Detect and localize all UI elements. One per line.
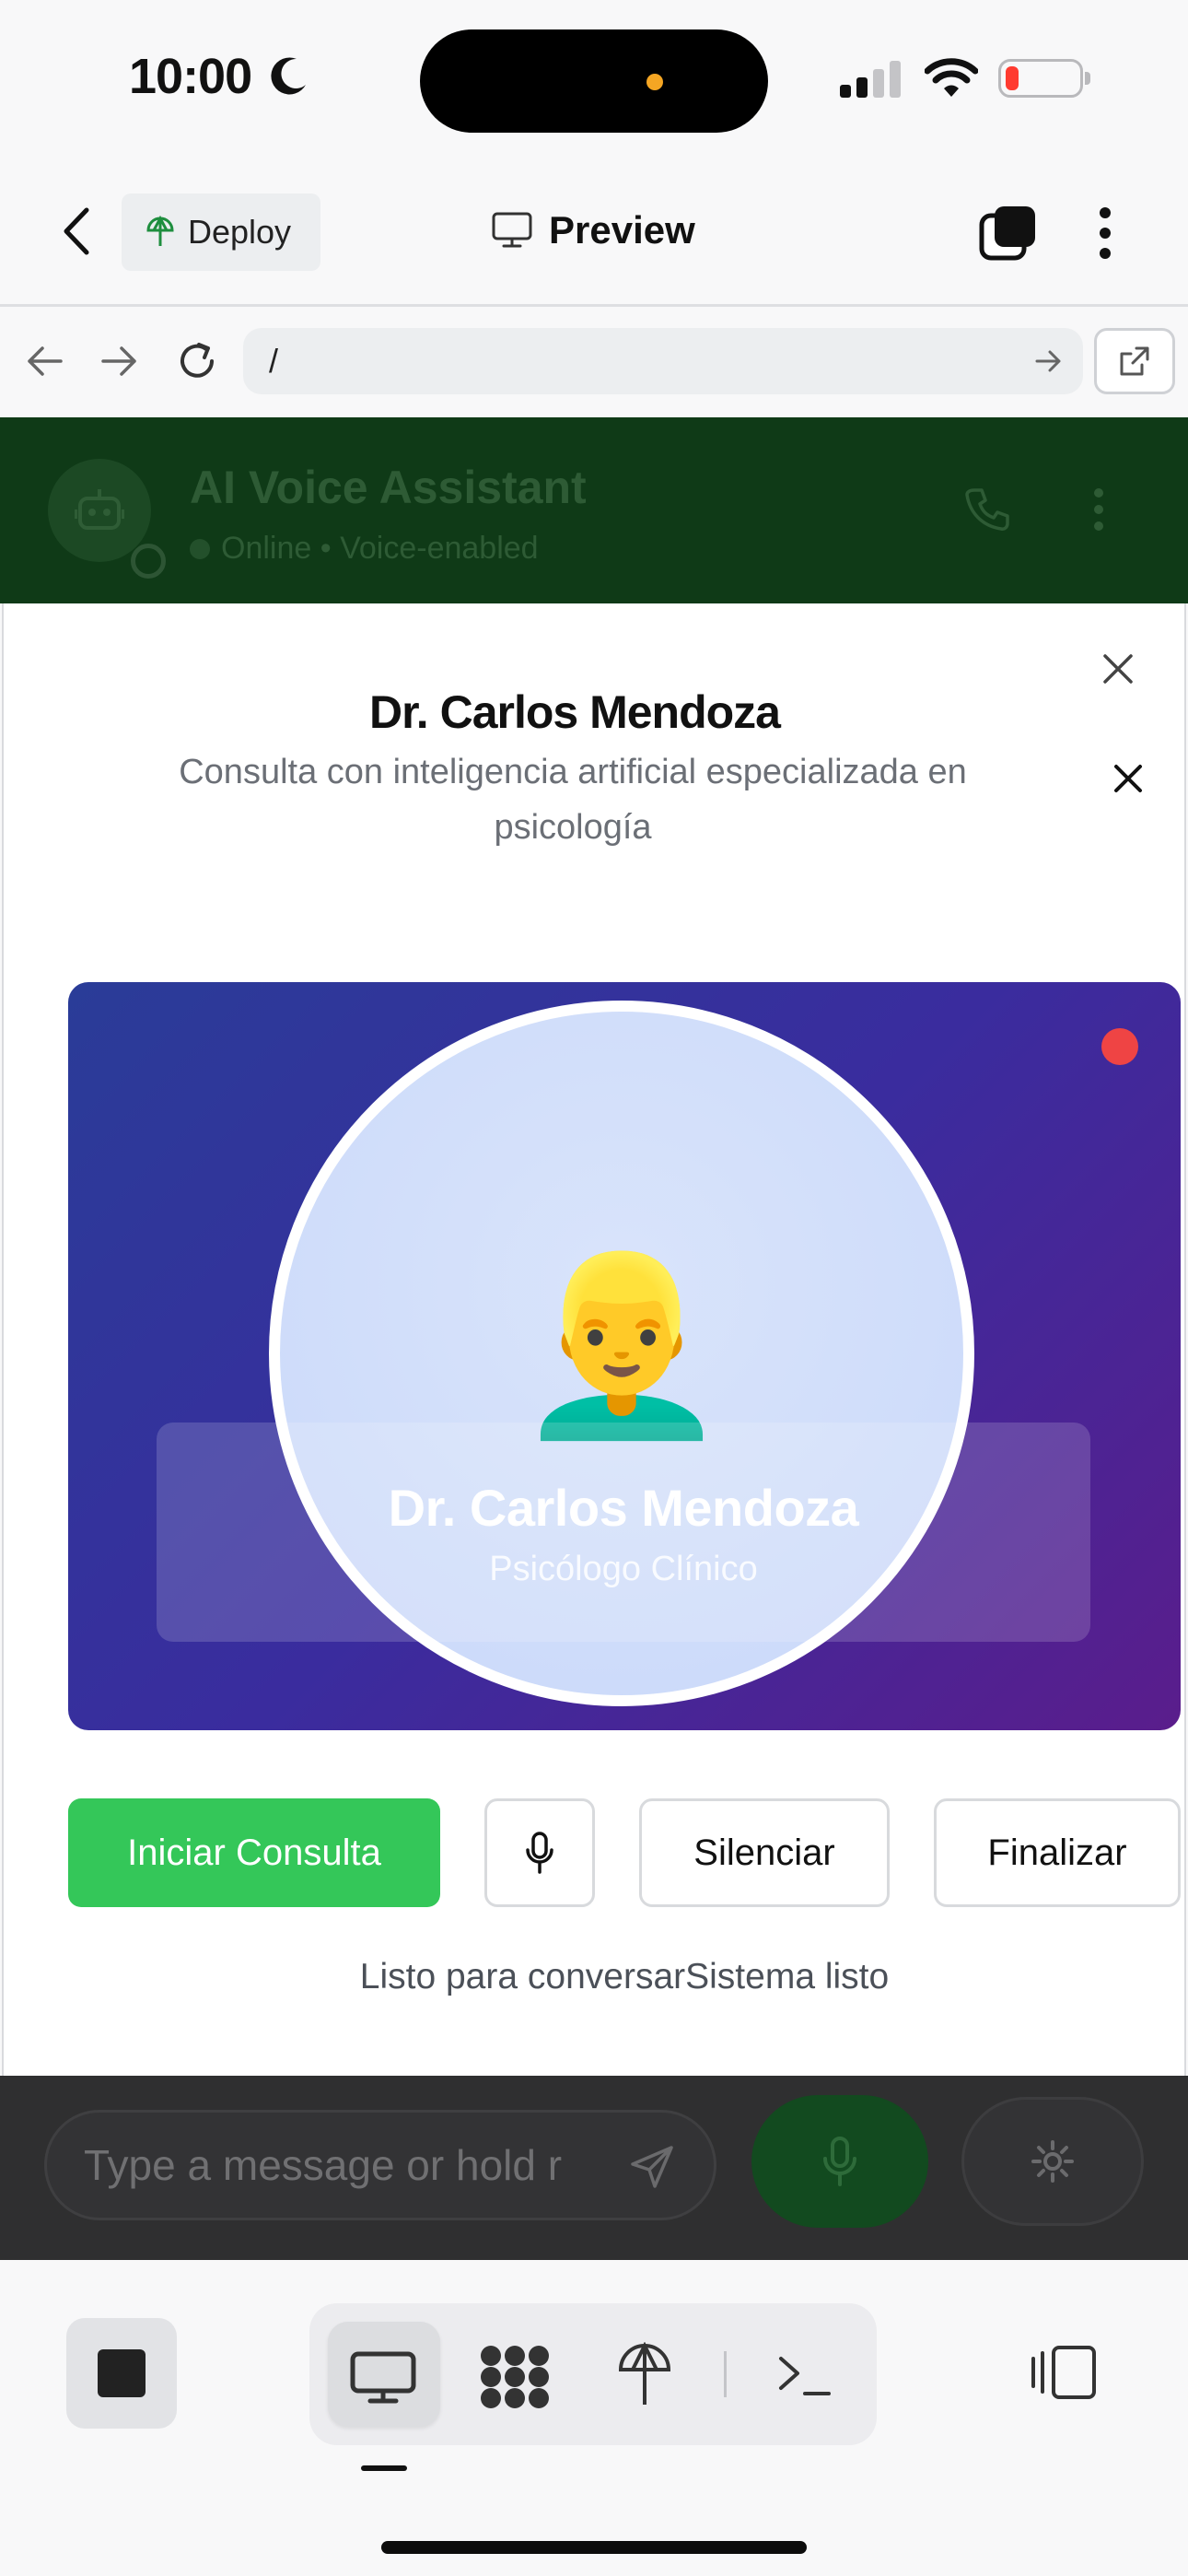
wifi-icon xyxy=(925,57,978,98)
video-call-panel: 👱‍♂️ Dr. Carlos Mendoza Psicólogo Clínic… xyxy=(68,982,1181,1730)
back-button[interactable] xyxy=(57,205,98,258)
workspace-grid-icon[interactable] xyxy=(479,2344,551,2410)
view-switcher xyxy=(309,2303,877,2445)
tabs-button[interactable] xyxy=(978,205,1037,263)
online-indicator xyxy=(131,544,166,579)
home-indicator xyxy=(381,2541,807,2554)
chat-subtitle-text: Online • Voice-enabled xyxy=(221,531,539,566)
doctor-role: Psicólogo Clínico xyxy=(489,1550,758,1588)
active-view-indicator xyxy=(361,2465,407,2471)
phone-icon[interactable] xyxy=(963,486,1009,533)
moon-icon xyxy=(269,55,309,96)
deploy-button[interactable]: Deploy xyxy=(122,193,320,271)
chat-subtitle: Online • Voice-enabled xyxy=(190,531,539,567)
url-text: / xyxy=(269,342,279,380)
voice-record-button[interactable] xyxy=(751,2095,928,2228)
start-consultation-button[interactable]: Iniciar Consulta xyxy=(68,1798,440,1907)
url-input[interactable]: / xyxy=(243,328,1083,394)
status-dot xyxy=(190,538,210,559)
doctor-name: Dr. Carlos Mendoza xyxy=(388,1479,859,1537)
message-placeholder: Type a message or hold r xyxy=(84,2141,563,2189)
chat-title: AI Voice Assistant xyxy=(190,462,587,513)
open-external-button[interactable] xyxy=(1094,328,1175,394)
reload-button[interactable] xyxy=(175,339,219,383)
deploy-icon xyxy=(146,216,175,249)
go-arrow-icon[interactable] xyxy=(1035,348,1063,374)
modal-close-icon[interactable] xyxy=(1101,652,1135,685)
dynamic-island xyxy=(420,29,768,133)
battery-level xyxy=(1006,66,1019,90)
doctor-name-card: Dr. Carlos Mendoza Psicólogo Clínico xyxy=(157,1423,1090,1642)
segment-divider xyxy=(724,2351,727,2397)
mute-button[interactable]: Silenciar xyxy=(639,1798,890,1907)
terminal-icon[interactable] xyxy=(777,2353,833,2399)
stop-button[interactable] xyxy=(66,2318,177,2429)
monitor-icon xyxy=(492,212,532,249)
status-message: Listo para conversarSistema listo xyxy=(359,1957,890,1996)
preview-tab[interactable]: Preview xyxy=(492,208,695,252)
deploy-globe-icon[interactable] xyxy=(617,2342,672,2408)
signal-icon xyxy=(840,61,904,98)
dialog-close-icon[interactable] xyxy=(1112,763,1144,794)
chat-header xyxy=(0,417,1188,603)
chat-more-icon[interactable] xyxy=(1092,486,1105,533)
panel-toggle-icon[interactable] xyxy=(1030,2344,1098,2401)
battery-icon xyxy=(998,59,1090,98)
preview-monitor-icon[interactable] xyxy=(350,2351,416,2405)
send-icon[interactable] xyxy=(629,2144,675,2190)
end-call-button[interactable]: Finalizar xyxy=(934,1798,1181,1907)
microphone-icon xyxy=(525,1832,554,1874)
doctor-emoji: 👱‍♂️ xyxy=(513,1248,730,1442)
recording-indicator xyxy=(1101,1028,1138,1065)
microphone-button[interactable] xyxy=(484,1798,595,1907)
settings-gear-button[interactable] xyxy=(961,2097,1144,2226)
browser-forward-button[interactable] xyxy=(99,345,140,378)
message-input[interactable]: Type a message or hold r xyxy=(44,2110,716,2220)
browser-back-button[interactable] xyxy=(24,345,64,378)
preview-label: Preview xyxy=(549,208,695,252)
bot-avatar xyxy=(48,459,151,562)
modal-title: Dr. Carlos Mendoza xyxy=(369,686,781,738)
stop-icon xyxy=(98,2349,146,2397)
header-divider xyxy=(0,304,1188,307)
more-options-icon[interactable] xyxy=(1098,206,1112,260)
modal-subtitle: Consulta con inteligencia artificial esp… xyxy=(179,753,967,847)
deploy-label: Deploy xyxy=(188,213,292,251)
privacy-indicator-dot xyxy=(646,74,663,90)
status-time: 10:00 xyxy=(129,49,252,104)
